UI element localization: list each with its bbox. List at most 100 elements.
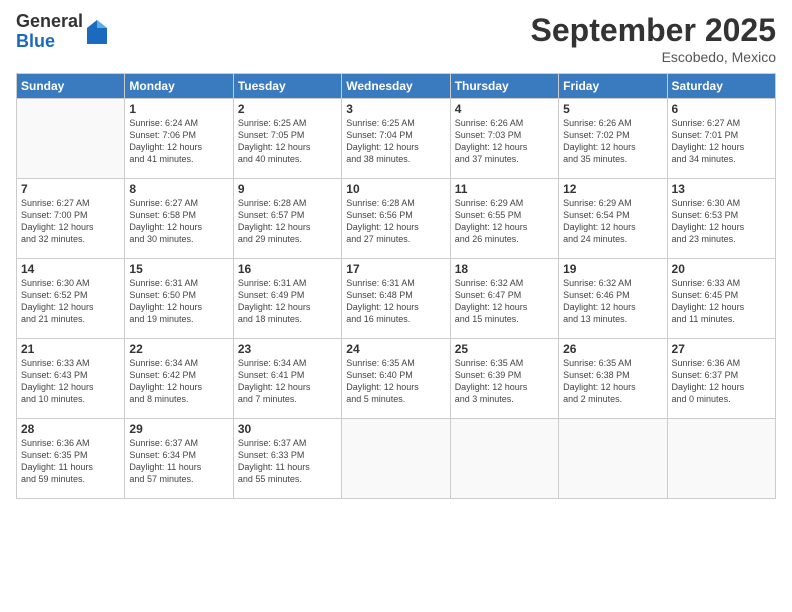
day-number: 9 [238, 182, 337, 196]
cell-info: Sunrise: 6:29 AMSunset: 6:54 PMDaylight:… [563, 197, 662, 246]
calendar-cell: 23Sunrise: 6:34 AMSunset: 6:41 PMDayligh… [233, 339, 341, 419]
day-number: 30 [238, 422, 337, 436]
calendar-cell: 26Sunrise: 6:35 AMSunset: 6:38 PMDayligh… [559, 339, 667, 419]
calendar-cell: 25Sunrise: 6:35 AMSunset: 6:39 PMDayligh… [450, 339, 558, 419]
calendar-cell: 28Sunrise: 6:36 AMSunset: 6:35 PMDayligh… [17, 419, 125, 499]
calendar-week-row-4: 21Sunrise: 6:33 AMSunset: 6:43 PMDayligh… [17, 339, 776, 419]
calendar-header-friday: Friday [559, 74, 667, 99]
calendar-header-thursday: Thursday [450, 74, 558, 99]
cell-info: Sunrise: 6:30 AMSunset: 6:52 PMDaylight:… [21, 277, 120, 326]
calendar-week-row-5: 28Sunrise: 6:36 AMSunset: 6:35 PMDayligh… [17, 419, 776, 499]
calendar-cell: 3Sunrise: 6:25 AMSunset: 7:04 PMDaylight… [342, 99, 450, 179]
logo: General Blue [16, 12, 109, 52]
day-number: 20 [672, 262, 771, 276]
cell-info: Sunrise: 6:34 AMSunset: 6:42 PMDaylight:… [129, 357, 228, 406]
calendar-cell: 2Sunrise: 6:25 AMSunset: 7:05 PMDaylight… [233, 99, 341, 179]
day-number: 14 [21, 262, 120, 276]
cell-info: Sunrise: 6:35 AMSunset: 6:39 PMDaylight:… [455, 357, 554, 406]
cell-info: Sunrise: 6:30 AMSunset: 6:53 PMDaylight:… [672, 197, 771, 246]
calendar-cell: 5Sunrise: 6:26 AMSunset: 7:02 PMDaylight… [559, 99, 667, 179]
calendar-cell: 16Sunrise: 6:31 AMSunset: 6:49 PMDayligh… [233, 259, 341, 339]
cell-info: Sunrise: 6:37 AMSunset: 6:34 PMDaylight:… [129, 437, 228, 486]
calendar-cell: 18Sunrise: 6:32 AMSunset: 6:47 PMDayligh… [450, 259, 558, 339]
calendar-header-row: SundayMondayTuesdayWednesdayThursdayFrid… [17, 74, 776, 99]
day-number: 4 [455, 102, 554, 116]
calendar-cell: 30Sunrise: 6:37 AMSunset: 6:33 PMDayligh… [233, 419, 341, 499]
day-number: 2 [238, 102, 337, 116]
day-number: 23 [238, 342, 337, 356]
day-number: 11 [455, 182, 554, 196]
day-number: 24 [346, 342, 445, 356]
cell-info: Sunrise: 6:35 AMSunset: 6:40 PMDaylight:… [346, 357, 445, 406]
day-number: 27 [672, 342, 771, 356]
header: General Blue September 2025 Escobedo, Me… [16, 12, 776, 65]
day-number: 7 [21, 182, 120, 196]
calendar-cell: 1Sunrise: 6:24 AMSunset: 7:06 PMDaylight… [125, 99, 233, 179]
logo-icon [85, 18, 109, 46]
calendar-cell [559, 419, 667, 499]
day-number: 10 [346, 182, 445, 196]
calendar-cell: 4Sunrise: 6:26 AMSunset: 7:03 PMDaylight… [450, 99, 558, 179]
day-number: 13 [672, 182, 771, 196]
day-number: 15 [129, 262, 228, 276]
cell-info: Sunrise: 6:32 AMSunset: 6:47 PMDaylight:… [455, 277, 554, 326]
cell-info: Sunrise: 6:27 AMSunset: 7:00 PMDaylight:… [21, 197, 120, 246]
calendar-cell: 24Sunrise: 6:35 AMSunset: 6:40 PMDayligh… [342, 339, 450, 419]
calendar-cell [17, 99, 125, 179]
calendar-week-row-1: 1Sunrise: 6:24 AMSunset: 7:06 PMDaylight… [17, 99, 776, 179]
title-area: September 2025 Escobedo, Mexico [531, 12, 776, 65]
cell-info: Sunrise: 6:25 AMSunset: 7:04 PMDaylight:… [346, 117, 445, 166]
day-number: 19 [563, 262, 662, 276]
calendar-cell: 20Sunrise: 6:33 AMSunset: 6:45 PMDayligh… [667, 259, 775, 339]
calendar-cell: 15Sunrise: 6:31 AMSunset: 6:50 PMDayligh… [125, 259, 233, 339]
cell-info: Sunrise: 6:28 AMSunset: 6:57 PMDaylight:… [238, 197, 337, 246]
cell-info: Sunrise: 6:27 AMSunset: 7:01 PMDaylight:… [672, 117, 771, 166]
cell-info: Sunrise: 6:31 AMSunset: 6:48 PMDaylight:… [346, 277, 445, 326]
cell-info: Sunrise: 6:31 AMSunset: 6:49 PMDaylight:… [238, 277, 337, 326]
day-number: 3 [346, 102, 445, 116]
cell-info: Sunrise: 6:33 AMSunset: 6:43 PMDaylight:… [21, 357, 120, 406]
calendar-cell: 29Sunrise: 6:37 AMSunset: 6:34 PMDayligh… [125, 419, 233, 499]
calendar-week-row-3: 14Sunrise: 6:30 AMSunset: 6:52 PMDayligh… [17, 259, 776, 339]
cell-info: Sunrise: 6:36 AMSunset: 6:35 PMDaylight:… [21, 437, 120, 486]
day-number: 29 [129, 422, 228, 436]
day-number: 1 [129, 102, 228, 116]
calendar-header-monday: Monday [125, 74, 233, 99]
calendar-cell: 14Sunrise: 6:30 AMSunset: 6:52 PMDayligh… [17, 259, 125, 339]
day-number: 12 [563, 182, 662, 196]
day-number: 17 [346, 262, 445, 276]
calendar-week-row-2: 7Sunrise: 6:27 AMSunset: 7:00 PMDaylight… [17, 179, 776, 259]
cell-info: Sunrise: 6:35 AMSunset: 6:38 PMDaylight:… [563, 357, 662, 406]
cell-info: Sunrise: 6:32 AMSunset: 6:46 PMDaylight:… [563, 277, 662, 326]
day-number: 28 [21, 422, 120, 436]
cell-info: Sunrise: 6:36 AMSunset: 6:37 PMDaylight:… [672, 357, 771, 406]
location: Escobedo, Mexico [531, 49, 776, 65]
day-number: 18 [455, 262, 554, 276]
calendar-header-tuesday: Tuesday [233, 74, 341, 99]
logo-text: General Blue [16, 12, 83, 52]
calendar-header-sunday: Sunday [17, 74, 125, 99]
calendar-cell: 17Sunrise: 6:31 AMSunset: 6:48 PMDayligh… [342, 259, 450, 339]
day-number: 21 [21, 342, 120, 356]
page: General Blue September 2025 Escobedo, Me… [0, 0, 792, 612]
cell-info: Sunrise: 6:34 AMSunset: 6:41 PMDaylight:… [238, 357, 337, 406]
day-number: 8 [129, 182, 228, 196]
cell-info: Sunrise: 6:37 AMSunset: 6:33 PMDaylight:… [238, 437, 337, 486]
cell-info: Sunrise: 6:26 AMSunset: 7:02 PMDaylight:… [563, 117, 662, 166]
day-number: 16 [238, 262, 337, 276]
logo-general: General [16, 12, 83, 32]
day-number: 6 [672, 102, 771, 116]
cell-info: Sunrise: 6:31 AMSunset: 6:50 PMDaylight:… [129, 277, 228, 326]
cell-info: Sunrise: 6:27 AMSunset: 6:58 PMDaylight:… [129, 197, 228, 246]
day-number: 25 [455, 342, 554, 356]
month-title: September 2025 [531, 12, 776, 49]
calendar-header-saturday: Saturday [667, 74, 775, 99]
calendar-cell: 7Sunrise: 6:27 AMSunset: 7:00 PMDaylight… [17, 179, 125, 259]
calendar-cell: 8Sunrise: 6:27 AMSunset: 6:58 PMDaylight… [125, 179, 233, 259]
calendar-header-wednesday: Wednesday [342, 74, 450, 99]
cell-info: Sunrise: 6:28 AMSunset: 6:56 PMDaylight:… [346, 197, 445, 246]
calendar-cell [667, 419, 775, 499]
calendar-cell: 13Sunrise: 6:30 AMSunset: 6:53 PMDayligh… [667, 179, 775, 259]
calendar-cell: 10Sunrise: 6:28 AMSunset: 6:56 PMDayligh… [342, 179, 450, 259]
day-number: 22 [129, 342, 228, 356]
